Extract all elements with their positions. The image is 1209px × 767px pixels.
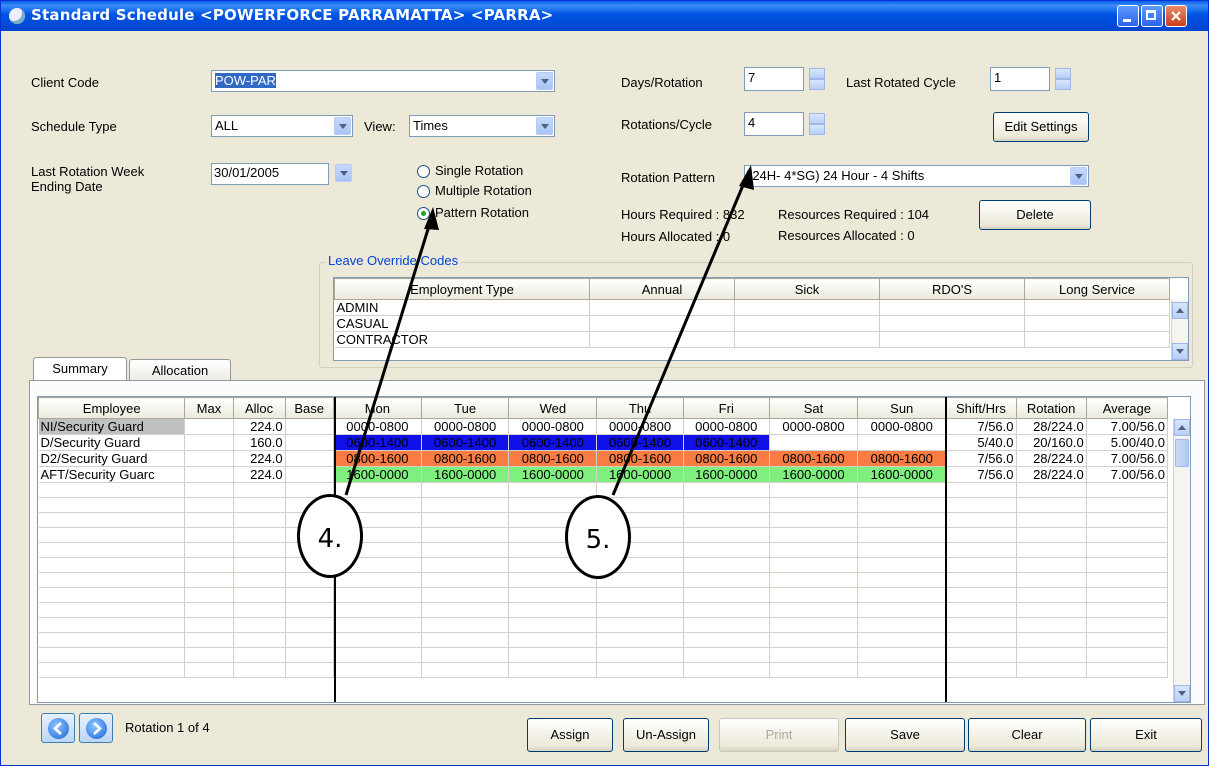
callout-5: 5. [565,495,631,579]
standard-schedule-window: Standard Schedule <POWERFORCE PARRAMATTA… [0,0,1209,766]
callout-4-arrowhead [424,207,439,230]
callout-5-arrowhead [739,165,754,190]
annotation-overlay [344,165,754,496]
callout-4: 4. [297,494,363,578]
callout-4-arrow [344,212,435,496]
callout-5-arrow [611,170,751,496]
